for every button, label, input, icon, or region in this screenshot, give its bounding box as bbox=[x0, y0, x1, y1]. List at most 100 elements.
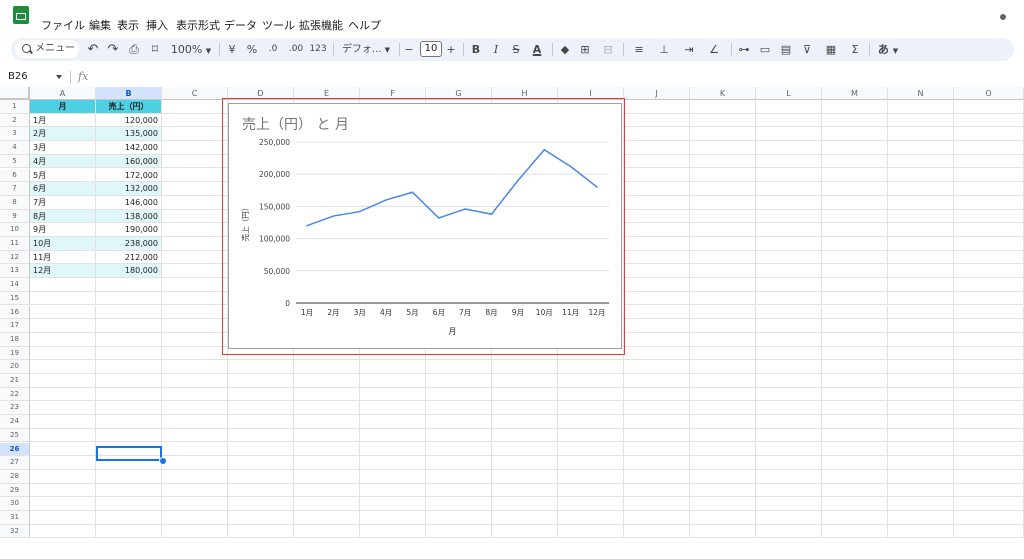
grid-cell[interactable] bbox=[624, 209, 690, 224]
decrease-font-size-button[interactable]: − bbox=[403, 38, 415, 61]
grid-cell[interactable] bbox=[822, 511, 888, 525]
menu-data[interactable]: データ bbox=[224, 17, 257, 33]
grid-cell[interactable] bbox=[888, 209, 954, 224]
grid-cell[interactable] bbox=[624, 182, 690, 196]
grid-cell[interactable] bbox=[756, 415, 822, 429]
grid-cell[interactable] bbox=[756, 469, 822, 484]
month-cell[interactable]: 3月 bbox=[30, 141, 96, 155]
grid-cell[interactable] bbox=[30, 483, 96, 498]
header-cell-month[interactable]: 月 bbox=[30, 100, 96, 114]
grid-cell[interactable] bbox=[30, 401, 96, 416]
sales-cell[interactable]: 146,000 bbox=[96, 195, 162, 210]
grid-cell[interactable] bbox=[888, 428, 954, 443]
grid-cell[interactable] bbox=[294, 374, 360, 388]
grid-cell[interactable] bbox=[294, 428, 360, 443]
sales-cell[interactable]: 212,000 bbox=[96, 250, 162, 265]
strikethrough-button[interactable]: S bbox=[509, 38, 523, 61]
grid-cell[interactable] bbox=[756, 168, 822, 183]
grid-cell[interactable] bbox=[162, 524, 228, 539]
grid-cell[interactable] bbox=[888, 168, 954, 183]
grid-cell[interactable] bbox=[888, 415, 954, 429]
grid-cell[interactable] bbox=[96, 305, 162, 320]
grid-cell[interactable] bbox=[690, 511, 756, 525]
grid-cell[interactable] bbox=[30, 497, 96, 511]
grid-cell[interactable] bbox=[888, 332, 954, 347]
grid-cell[interactable] bbox=[96, 524, 162, 539]
row-header[interactable]: 7 bbox=[0, 182, 30, 196]
grid-cell[interactable] bbox=[30, 524, 96, 539]
grid-cell[interactable] bbox=[96, 469, 162, 484]
grid-cell[interactable] bbox=[690, 524, 756, 539]
grid-cell[interactable] bbox=[360, 374, 426, 388]
column-header-c[interactable]: C bbox=[162, 87, 228, 100]
column-header-j[interactable]: J bbox=[624, 87, 690, 100]
grid-cell[interactable] bbox=[96, 360, 162, 374]
grid-cell[interactable] bbox=[888, 250, 954, 265]
grid-cell[interactable] bbox=[822, 209, 888, 224]
grid-cell[interactable] bbox=[360, 415, 426, 429]
grid-cell[interactable] bbox=[624, 168, 690, 183]
grid-cell[interactable] bbox=[426, 442, 492, 457]
fill-handle[interactable] bbox=[159, 457, 167, 465]
grid-cell[interactable] bbox=[822, 442, 888, 457]
grid-cell[interactable] bbox=[756, 154, 822, 169]
grid-cell[interactable] bbox=[96, 387, 162, 402]
grid-cell[interactable] bbox=[954, 401, 1024, 416]
row-header[interactable]: 18 bbox=[0, 332, 30, 347]
menu-insert[interactable]: 挿入 bbox=[146, 17, 168, 33]
month-cell[interactable]: 10月 bbox=[30, 237, 96, 251]
filter-views-icon[interactable]: ▦ bbox=[819, 38, 843, 61]
grid-cell[interactable] bbox=[30, 374, 96, 388]
menu-tools[interactable]: ツール bbox=[262, 17, 295, 33]
grid-cell[interactable] bbox=[954, 223, 1024, 237]
grid-cell[interactable] bbox=[96, 428, 162, 443]
row-header[interactable]: 26 bbox=[0, 442, 30, 457]
grid-cell[interactable] bbox=[228, 401, 294, 416]
grid-cell[interactable] bbox=[756, 319, 822, 333]
grid-cell[interactable] bbox=[558, 428, 624, 443]
grid-cell[interactable] bbox=[30, 387, 96, 402]
header-cell-sales[interactable]: 売上（円） bbox=[96, 100, 162, 114]
active-cell-selection[interactable] bbox=[96, 446, 162, 461]
grid-cell[interactable] bbox=[162, 264, 228, 279]
grid-cell[interactable] bbox=[822, 469, 888, 484]
grid-cell[interactable] bbox=[162, 360, 228, 374]
grid-cell[interactable] bbox=[888, 319, 954, 333]
italic-button[interactable]: I bbox=[489, 38, 503, 61]
grid-cell[interactable] bbox=[360, 511, 426, 525]
decrease-decimal-button[interactable]: .0 bbox=[264, 38, 282, 61]
row-header[interactable]: 29 bbox=[0, 483, 30, 498]
grid-cell[interactable] bbox=[96, 346, 162, 361]
grid-cell[interactable] bbox=[690, 483, 756, 498]
grid-cell[interactable] bbox=[888, 195, 954, 210]
grid-cell[interactable] bbox=[228, 442, 294, 457]
grid-cell[interactable] bbox=[888, 100, 954, 114]
row-header[interactable]: 32 bbox=[0, 524, 30, 539]
grid-cell[interactable] bbox=[96, 415, 162, 429]
grid-cell[interactable] bbox=[888, 374, 954, 388]
font-size-input[interactable]: 10 bbox=[420, 41, 442, 57]
grid-cell[interactable] bbox=[162, 141, 228, 155]
row-header[interactable]: 6 bbox=[0, 168, 30, 183]
grid-cell[interactable] bbox=[162, 456, 228, 470]
font-family-select[interactable]: デフォ... ▼ bbox=[339, 38, 393, 61]
grid-cell[interactable] bbox=[30, 291, 96, 306]
grid-cell[interactable] bbox=[624, 223, 690, 237]
grid-cell[interactable] bbox=[360, 428, 426, 443]
grid-cell[interactable] bbox=[162, 127, 228, 142]
column-header-b[interactable]: B bbox=[96, 87, 162, 100]
grid-cell[interactable] bbox=[822, 141, 888, 155]
fill-color-icon[interactable]: ◆ bbox=[557, 38, 573, 61]
grid-cell[interactable] bbox=[294, 360, 360, 374]
column-header-n[interactable]: N bbox=[888, 87, 954, 100]
row-header[interactable]: 27 bbox=[0, 456, 30, 470]
grid-cell[interactable] bbox=[426, 456, 492, 470]
grid-cell[interactable] bbox=[624, 278, 690, 292]
grid-cell[interactable] bbox=[624, 113, 690, 128]
grid-cell[interactable] bbox=[888, 141, 954, 155]
grid-cell[interactable] bbox=[558, 524, 624, 539]
name-box[interactable]: B26 bbox=[8, 68, 66, 86]
increase-decimal-button[interactable]: .00 bbox=[286, 38, 306, 61]
grid-cell[interactable] bbox=[294, 387, 360, 402]
grid-cell[interactable] bbox=[162, 511, 228, 525]
